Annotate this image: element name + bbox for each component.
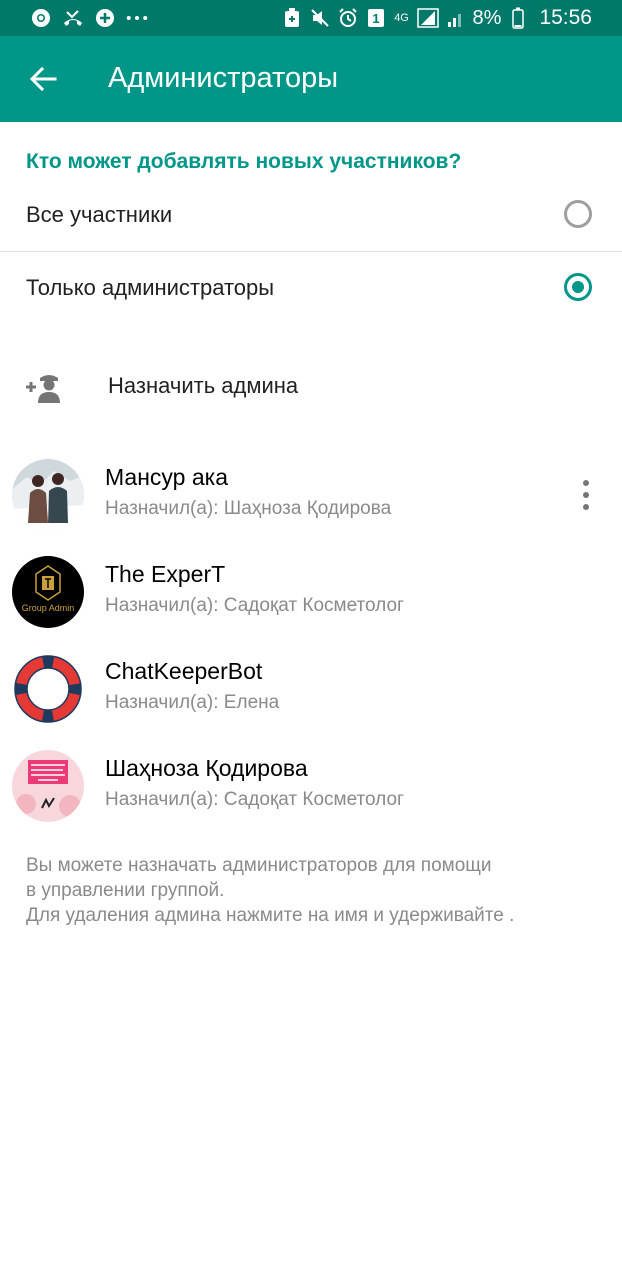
avatar [12,653,84,725]
avatar [12,459,84,531]
signal-icon [445,7,467,29]
admin-item[interactable]: Шаҳноза Қодирова Назначил(а): Садоқат Ко… [0,747,622,835]
avatar-caption: Group Admin [22,603,75,613]
battery-percent: 8% [472,6,502,29]
section-heading: Кто может добавлять новых участников? [26,150,462,173]
info-note-line: в управлении группой. [26,880,225,901]
clock: 15:56 [539,6,592,29]
battery-saver-icon [281,7,303,29]
chrome-icon [30,7,52,29]
assign-admin-label: Назначить админа [108,373,299,398]
admin-assigned-by: Назначил(а): Садоқат Косметолог [105,595,404,616]
battery-icon [507,7,529,29]
avatar: Group Admin [12,556,84,628]
radio-button[interactable] [564,200,592,228]
signal-icon [416,7,439,29]
status-icons-left [30,6,148,30]
add-icon [94,7,116,29]
admin-item[interactable]: ChatKeeperBot Назначил(а): Елена [0,650,622,738]
page-title: Администраторы [108,62,339,94]
mute-icon [309,7,331,29]
admin-name: The ExperT [105,561,226,587]
avatar [12,750,84,822]
more-icon [126,7,148,29]
status-icons-right: 1 4G 8% 15:56 [281,6,592,30]
sim-1-icon: 1 [365,7,387,29]
radio-option-admins-only[interactable]: Только администраторы [0,253,622,325]
admin-assigned-by: Назначил(а): Елена [105,692,280,713]
admin-name: Мансур ака [105,464,228,490]
admin-name: ChatKeeperBot [105,658,263,684]
svg-text:1: 1 [372,11,379,26]
missed-call-icon [62,7,84,29]
admin-item[interactable]: Group Admin The ExperT Назначил(а): Садо… [0,553,622,641]
assign-admin-button[interactable]: Назначить админа [0,350,622,422]
more-vert-icon[interactable] [576,480,596,510]
radio-label: Все участники [26,202,173,227]
network-type-text: 4G [394,11,409,24]
admin-assigned-by: Назначил(а): Садоқат Косметолог [105,789,404,810]
divider [0,251,622,252]
info-note-line: Вы можете назначать администраторов для … [26,855,492,876]
alarm-icon [337,7,359,29]
add-admin-icon [24,370,64,404]
admin-assigned-by: Назначил(а): Шаҳноза Қодирова [105,498,392,519]
radio-label: Только администраторы [26,275,275,300]
radio-option-all-members[interactable]: Все участники [0,180,622,252]
info-note-line: Для удаления админа нажмите на имя и уде… [26,905,515,926]
arrow-left-icon [29,66,57,92]
radio-button[interactable] [564,273,592,301]
network-type-icon: 4G [393,7,411,29]
back-button[interactable] [22,58,64,100]
info-note: Вы можете назначать администраторов для … [26,853,601,928]
admin-name: Шаҳноза Қодирова [105,755,308,781]
app-bar: Администраторы [0,36,622,122]
admin-item[interactable]: Мансур ака Назначил(а): Шаҳноза Қодирова [0,456,622,544]
status-bar: 1 4G 8% 15:56 [0,0,622,36]
